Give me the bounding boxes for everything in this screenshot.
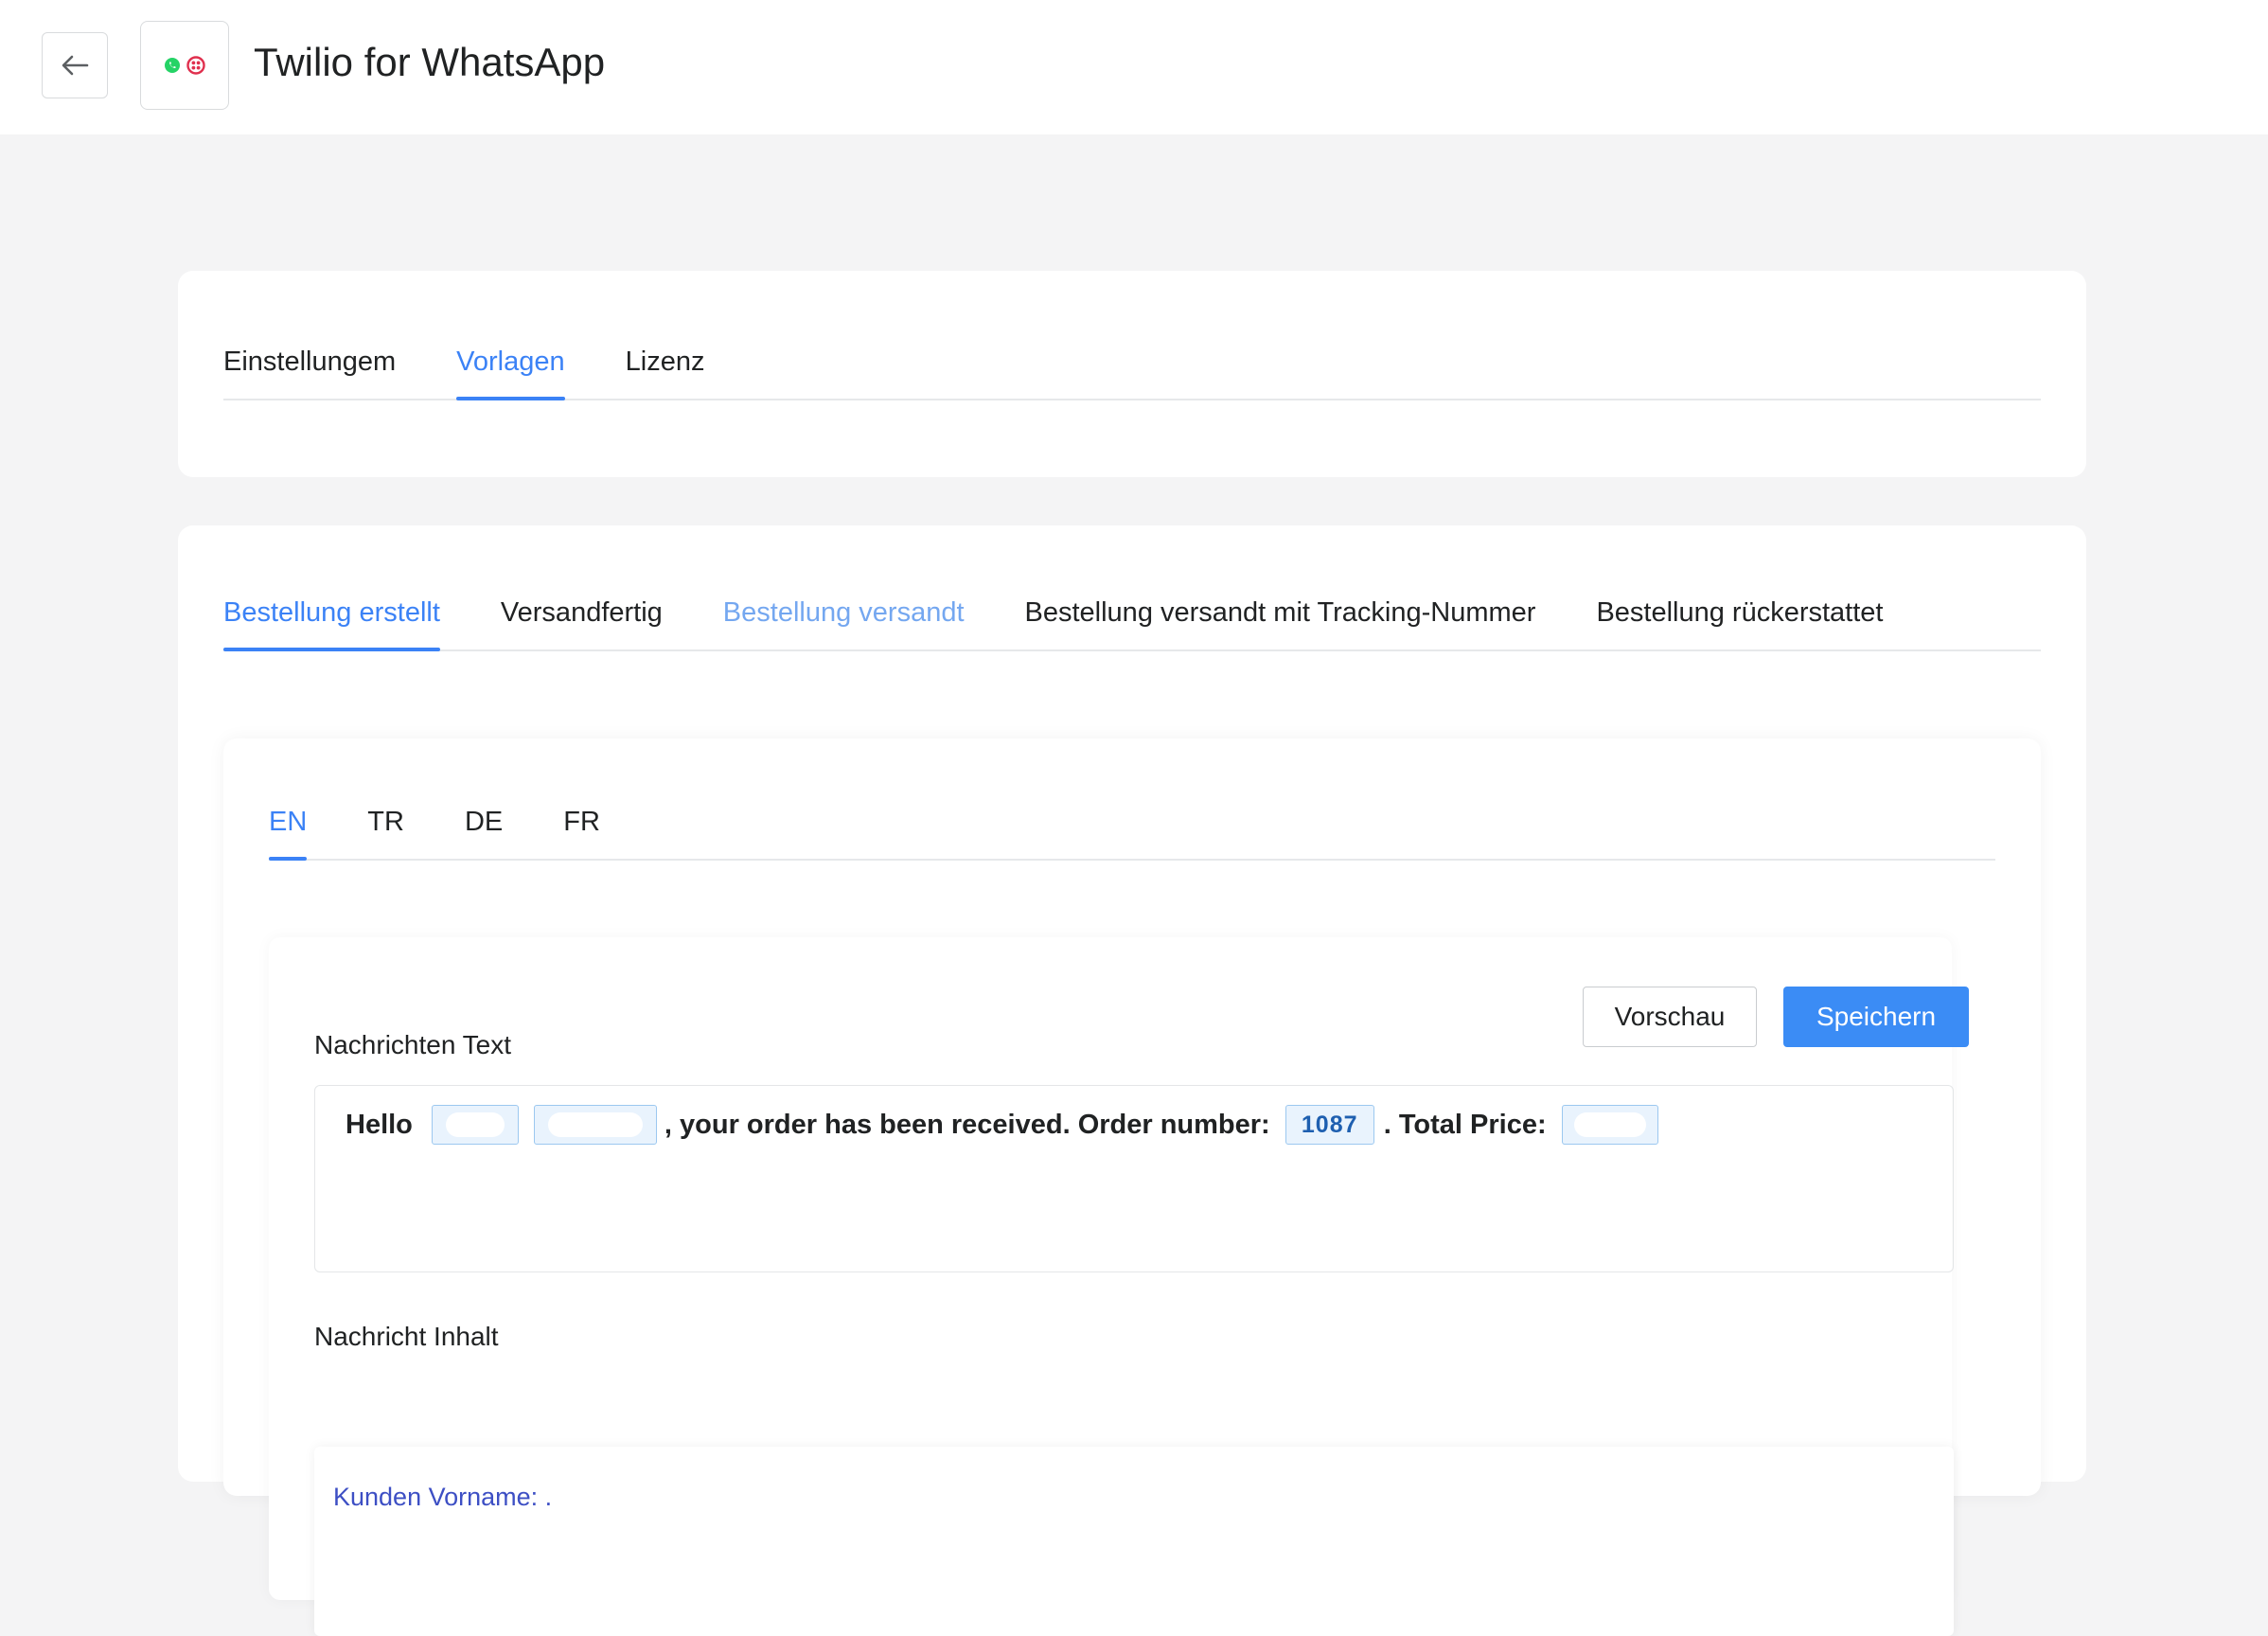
message-content-box[interactable]: Kunden Vorname: . — [314, 1447, 1954, 1636]
app-logo — [140, 21, 229, 110]
variable-chip-last-name[interactable] — [533, 1105, 657, 1145]
message-content-label: Nachricht Inhalt — [314, 1322, 499, 1351]
message-received: , your order has been received. Order nu… — [664, 1109, 1270, 1140]
message-text-editor[interactable]: Hello , your order has been received. Or… — [314, 1085, 1954, 1272]
tab-versandfertig[interactable]: Versandfertig — [501, 597, 663, 649]
variable-chip-order-number[interactable]: 1087 — [1285, 1105, 1374, 1145]
settings-tabs-card: Einstellungem Vorlagen Lizenz — [178, 271, 2086, 477]
message-line: Hello , your order has been received. Or… — [346, 1103, 1668, 1147]
arrow-left-icon — [62, 55, 89, 76]
tab-lizenz[interactable]: Lizenz — [626, 347, 705, 399]
tab-bestellung-versandt[interactable]: Bestellung versandt — [723, 597, 965, 649]
save-button[interactable]: Speichern — [1783, 987, 1969, 1047]
tab-vorlagen[interactable]: Vorlagen — [456, 347, 565, 400]
main-tabs: Einstellungem Vorlagen Lizenz — [223, 347, 2041, 400]
message-hello: Hello — [346, 1109, 413, 1140]
event-tabs: Bestellung erstellt Versandfertig Bestel… — [223, 597, 2041, 651]
whatsapp-icon — [165, 58, 180, 73]
tab-lang-fr[interactable]: FR — [563, 807, 600, 859]
twilio-icon — [186, 56, 205, 75]
top-bar: Twilio for WhatsApp — [0, 0, 2268, 134]
variable-chip-first-name[interactable] — [431, 1105, 519, 1145]
tab-lang-en[interactable]: EN — [269, 807, 308, 861]
variable-chip-total-price[interactable] — [1561, 1105, 1658, 1145]
app-title: Twilio for WhatsApp — [254, 40, 606, 84]
preview-button[interactable]: Vorschau — [1583, 987, 1757, 1047]
message-total-price: . Total Price: — [1383, 1109, 1547, 1140]
language-tabs: EN TR DE FR — [269, 807, 1995, 861]
tab-bestellung-erstellt[interactable]: Bestellung erstellt — [223, 597, 440, 651]
tab-lang-tr[interactable]: TR — [367, 807, 404, 859]
back-button[interactable] — [42, 32, 108, 98]
language-panel: EN TR DE FR Vorschau Speichern Nachricht… — [223, 738, 2041, 1636]
tab-bestellung-versandt-tracking[interactable]: Bestellung versandt mit Tracking-Nummer — [1025, 597, 1536, 649]
tab-lang-de[interactable]: DE — [465, 807, 503, 859]
tab-bestellung-rueckerstattet[interactable]: Bestellung rückerstattet — [1596, 597, 1883, 649]
message-text-label: Nachrichten Text — [314, 1030, 512, 1059]
tab-einstellungen[interactable]: Einstellungem — [223, 347, 396, 399]
content-first-name-line: Kunden Vorname: . — [333, 1483, 553, 1511]
template-editor: Vorschau Speichern Nachrichten Text Hell… — [269, 937, 1969, 1636]
